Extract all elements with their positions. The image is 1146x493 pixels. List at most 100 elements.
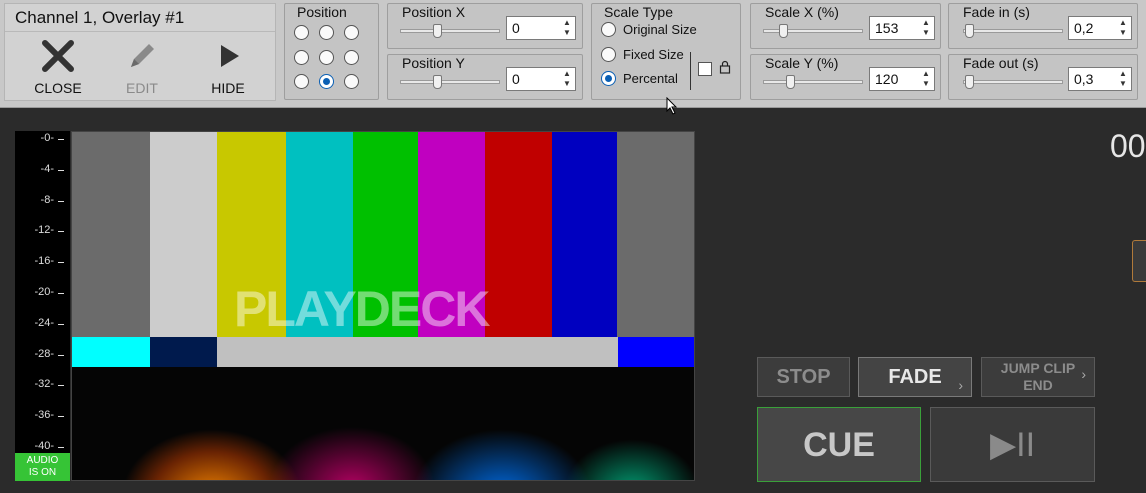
position-x-input[interactable]: 0 ▲ ▼ <box>506 16 576 40</box>
overlay-title: Channel 1, Overlay #1 <box>5 4 275 32</box>
scale-radio-original-size[interactable] <box>601 22 616 37</box>
position-x-group: Position X 0 ▲ ▼ <box>387 3 583 49</box>
edit-button[interactable]: EDIT <box>107 38 177 98</box>
fade-out-slider[interactable] <box>963 80 1063 84</box>
scale-y-slider[interactable] <box>763 80 863 84</box>
fade-in-slider[interactable] <box>963 29 1063 33</box>
scale-y-input[interactable]: 120 ▲ ▼ <box>869 67 935 91</box>
position-y-group: Position Y 0 ▲ ▼ <box>387 54 583 100</box>
scale-radio-percental[interactable] <box>601 71 616 86</box>
position-radio-top-left[interactable] <box>294 25 309 40</box>
position-y-slider-thumb[interactable] <box>433 75 442 89</box>
fade-label: FADE <box>888 366 942 388</box>
jump-clip-label: JUMP CLIP <box>1000 360 1076 376</box>
meter-tick-label: -36- <box>34 409 64 422</box>
fade-in-group: Fade in (s) 0,2 ▲ ▼ <box>948 3 1138 49</box>
lock-aspect-checkbox[interactable] <box>698 62 712 76</box>
clock-display: 00 <box>1110 128 1146 164</box>
meter-tick-label: -28- <box>34 347 64 360</box>
stop-label: STOP <box>776 366 831 388</box>
stop-button[interactable]: STOP <box>757 357 850 397</box>
side-panel-handle[interactable] <box>1132 240 1146 282</box>
scale-y-value: 120 <box>875 71 899 87</box>
overlay-toolbar: Channel 1, Overlay #1 CLOSE EDIT HIDE Po… <box>0 0 1146 115</box>
spin-arrows-icon[interactable]: ▲ ▼ <box>561 69 573 89</box>
fade-in-label: Fade in (s) <box>963 4 1030 20</box>
close-button[interactable]: CLOSE <box>23 38 93 98</box>
spin-arrows-icon[interactable]: ▲ ▼ <box>1117 69 1129 89</box>
position-y-input[interactable]: 0 ▲ ▼ <box>506 67 576 91</box>
jump-end-label: END <box>1023 377 1053 393</box>
fade-button[interactable]: FADE › <box>858 357 972 397</box>
position-y-slider[interactable] <box>400 80 500 84</box>
meter-tick-label: -40- <box>34 440 64 452</box>
scale-x-label: Scale X (%) <box>765 4 839 20</box>
fade-out-group: Fade out (s) 0,3 ▲ ▼ <box>948 54 1138 100</box>
spin-arrows-icon[interactable]: ▲ ▼ <box>920 18 932 38</box>
spin-arrows-icon[interactable]: ▲ ▼ <box>920 69 932 89</box>
position-radio-middle-right[interactable] <box>344 50 359 65</box>
position-radio-bottom-left[interactable] <box>294 74 309 89</box>
cue-button[interactable]: CUE <box>757 407 921 482</box>
scale-radio-fixed-size[interactable] <box>601 47 616 62</box>
color-bar <box>150 132 217 337</box>
lock-icon <box>719 60 731 79</box>
video-preview: PLAYDECK <box>71 131 695 481</box>
scale-x-slider[interactable] <box>763 29 863 33</box>
color-bar-mid <box>150 337 217 367</box>
scale-y-label: Scale Y (%) <box>765 55 839 71</box>
meter-tick-label: -0- <box>40 132 65 144</box>
fade-out-label: Fade out (s) <box>963 55 1039 71</box>
audio-badge-line2: IS ON <box>28 467 57 478</box>
scale-x-group: Scale X (%) 153 ▲ ▼ <box>750 3 941 49</box>
position-radio-middle-center[interactable] <box>319 50 334 65</box>
color-bar-mid <box>217 337 618 367</box>
position-x-slider[interactable] <box>400 29 500 33</box>
position-x-slider-thumb[interactable] <box>433 24 442 38</box>
audio-status-badge[interactable]: AUDIO IS ON <box>15 453 70 481</box>
color-bar <box>552 132 617 337</box>
fade-out-value: 0,3 <box>1074 71 1094 87</box>
meter-tick-label: -4- <box>40 162 65 175</box>
spin-arrows-icon[interactable]: ▲ ▼ <box>1117 18 1129 38</box>
position-radio-top-right[interactable] <box>344 25 359 40</box>
color-bar <box>617 132 694 337</box>
position-x-value: 0 <box>512 20 520 36</box>
position-y-value: 0 <box>512 71 520 87</box>
position-y-label: Position Y <box>402 55 465 71</box>
fade-out-slider-thumb[interactable] <box>965 75 974 89</box>
meter-tick-label: -32- <box>34 378 64 391</box>
scale-x-slider-thumb[interactable] <box>779 24 788 38</box>
audio-badge-line1: AUDIO <box>26 455 59 466</box>
position-radio-middle-left[interactable] <box>294 50 309 65</box>
hide-button[interactable]: HIDE <box>193 38 263 98</box>
spin-arrows-icon[interactable]: ▲ ▼ <box>561 18 573 38</box>
fade-in-value: 0,2 <box>1074 20 1094 36</box>
cue-label: CUE <box>803 426 875 464</box>
color-bar-mid <box>618 337 694 367</box>
jump-clip-end-button[interactable]: JUMP CLIP END › <box>981 357 1095 397</box>
play-pause-icon: ▶II <box>989 426 1036 464</box>
color-bar <box>485 132 552 337</box>
scale-y-group: Scale Y (%) 120 ▲ ▼ <box>750 54 941 100</box>
fade-out-input[interactable]: 0,3 ▲ ▼ <box>1068 67 1132 91</box>
edit-label: EDIT <box>126 80 158 96</box>
app-window: Channel 1, Overlay #1 CLOSE EDIT HIDE Po… <box>0 0 1146 493</box>
close-icon <box>23 38 93 74</box>
fade-in-input[interactable]: 0,2 ▲ ▼ <box>1068 16 1132 40</box>
scale-x-input[interactable]: 153 ▲ ▼ <box>869 16 935 40</box>
aspect-link-line <box>690 52 691 90</box>
meter-tick-label: -8- <box>40 193 65 206</box>
position-radio-top-center[interactable] <box>319 25 334 40</box>
color-bar <box>72 132 150 337</box>
chevron-right-icon: › <box>958 377 963 393</box>
position-group: Position <box>284 3 379 100</box>
play-pause-button[interactable]: ▶II <box>930 407 1095 482</box>
scale-y-slider-thumb[interactable] <box>786 75 795 89</box>
fade-in-slider-thumb[interactable] <box>965 24 974 38</box>
meter-tick-label: -12- <box>34 224 64 237</box>
position-label: Position <box>297 4 347 20</box>
position-radio-bottom-right[interactable] <box>344 74 359 89</box>
meter-tick-label: -20- <box>34 286 64 298</box>
position-radio-bottom-center[interactable] <box>319 74 334 89</box>
